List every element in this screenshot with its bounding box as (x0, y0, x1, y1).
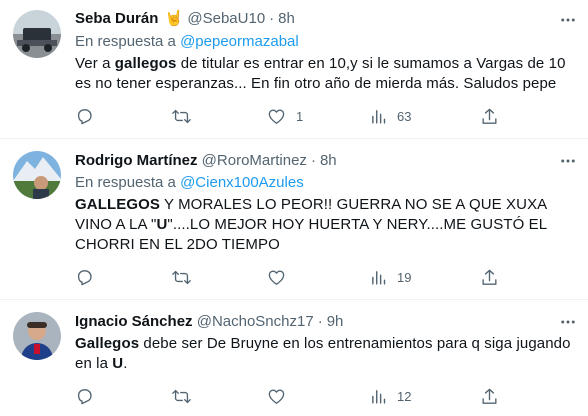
text-highlight: U (112, 355, 124, 372)
tweet-card[interactable]: Rodrigo Martínez @RoroMartinez · 8h En res… (0, 139, 588, 299)
reply-context: En respuesta a @Cienx100Azules (75, 173, 304, 193)
text-segment: debe ser De Bruyne en los entrenamientos… (75, 335, 571, 372)
action-bar: 12 (75, 385, 515, 407)
share-icon (480, 387, 499, 406)
text-highlight: Gallegos (75, 335, 140, 352)
views-icon (370, 108, 387, 125)
user-handle[interactable]: @NachoSnchz17 (197, 313, 314, 330)
more-icon[interactable] (558, 151, 578, 171)
separator-dot: · (269, 10, 275, 27)
tweet-text: Ver a gallegos de titular es entrar en 1… (75, 54, 575, 94)
tweet-header: Rodrigo Martínez @RoroMartinez · 8h (75, 151, 337, 171)
retweet-icon (172, 107, 191, 126)
timestamp[interactable]: 8h (320, 152, 337, 169)
display-name[interactable]: Rodrigo Martínez (75, 152, 198, 169)
like-button[interactable] (267, 385, 296, 407)
separator-dot: · (310, 152, 316, 169)
views-button[interactable]: 19 (370, 266, 411, 288)
action-bar: 1 63 (75, 105, 515, 127)
rock-hand-emoji: 🤘 (164, 10, 184, 27)
views-icon (370, 269, 387, 286)
tweet-header: Seba Durán 🤘 @SebaU10 · 8h (75, 9, 295, 29)
share-icon (480, 268, 499, 287)
views-icon (370, 388, 387, 405)
reply-mention-link[interactable]: @pepeormazabal (180, 33, 299, 50)
text-highlight: U (156, 216, 168, 233)
more-icon[interactable] (558, 312, 578, 332)
tweet-header: Ignacio Sánchez @NachoSnchz17 · 9h (75, 312, 343, 332)
display-name[interactable]: Ignacio Sánchez (75, 313, 193, 330)
text-segment: Ver a (75, 55, 115, 72)
tweet-card[interactable]: Ignacio Sánchez @NachoSnchz17 · 9h Gallego… (0, 300, 588, 416)
separator-dot: · (317, 313, 323, 330)
view-count: 63 (397, 108, 412, 124)
views-button[interactable]: 63 (370, 105, 411, 127)
reply-button[interactable] (75, 385, 104, 407)
share-button[interactable] (480, 105, 499, 127)
share-button[interactable] (480, 385, 499, 407)
tweet-card[interactable]: Seba Durán 🤘 @SebaU10 · 8h En respuesta a … (0, 0, 588, 138)
avatar[interactable] (13, 312, 61, 360)
more-icon[interactable] (558, 10, 578, 30)
avatar[interactable] (13, 151, 61, 199)
retweet-icon (172, 387, 191, 406)
text-highlight: gallegos (114, 55, 177, 72)
user-handle[interactable]: @RoroMartinez (202, 152, 307, 169)
reply-context: En respuesta a @pepeormazabal (75, 32, 299, 52)
like-icon (267, 387, 286, 406)
like-icon (267, 107, 286, 126)
timestamp[interactable]: 8h (278, 10, 295, 27)
reply-mention-link[interactable]: @Cienx100Azules (180, 174, 304, 191)
display-name[interactable]: Seba Durán (75, 10, 158, 27)
reply-button[interactable] (75, 266, 104, 288)
retweet-button[interactable] (172, 105, 201, 127)
avatar[interactable] (13, 10, 61, 58)
retweet-button[interactable] (172, 266, 201, 288)
share-button[interactable] (480, 266, 499, 288)
text-segment: . (123, 355, 128, 372)
view-count: 19 (397, 269, 412, 285)
like-button[interactable] (267, 266, 296, 288)
like-icon (267, 268, 286, 287)
reply-prefix: En respuesta a (75, 33, 176, 50)
reply-icon (75, 387, 94, 406)
reply-prefix: En respuesta a (75, 174, 176, 191)
like-count: 1 (296, 108, 304, 124)
tweet-text: GALLEGOS Y MORALES LO PEOR!! GUERRA NO S… (75, 195, 575, 255)
text-highlight: GALLEGOS (75, 196, 160, 213)
views-button[interactable]: 12 (370, 385, 411, 407)
reply-button[interactable] (75, 105, 104, 127)
timestamp[interactable]: 9h (327, 313, 344, 330)
share-icon (480, 107, 499, 126)
action-bar: 19 (75, 266, 515, 288)
tweet-text: Gallegos debe ser De Bruyne en los entre… (75, 334, 575, 374)
retweet-icon (172, 268, 191, 287)
user-handle[interactable]: @SebaU10 (187, 10, 265, 27)
reply-icon (75, 107, 94, 126)
like-button[interactable]: 1 (267, 105, 303, 127)
retweet-button[interactable] (172, 385, 201, 407)
view-count: 12 (397, 388, 412, 404)
reply-icon (75, 268, 94, 287)
